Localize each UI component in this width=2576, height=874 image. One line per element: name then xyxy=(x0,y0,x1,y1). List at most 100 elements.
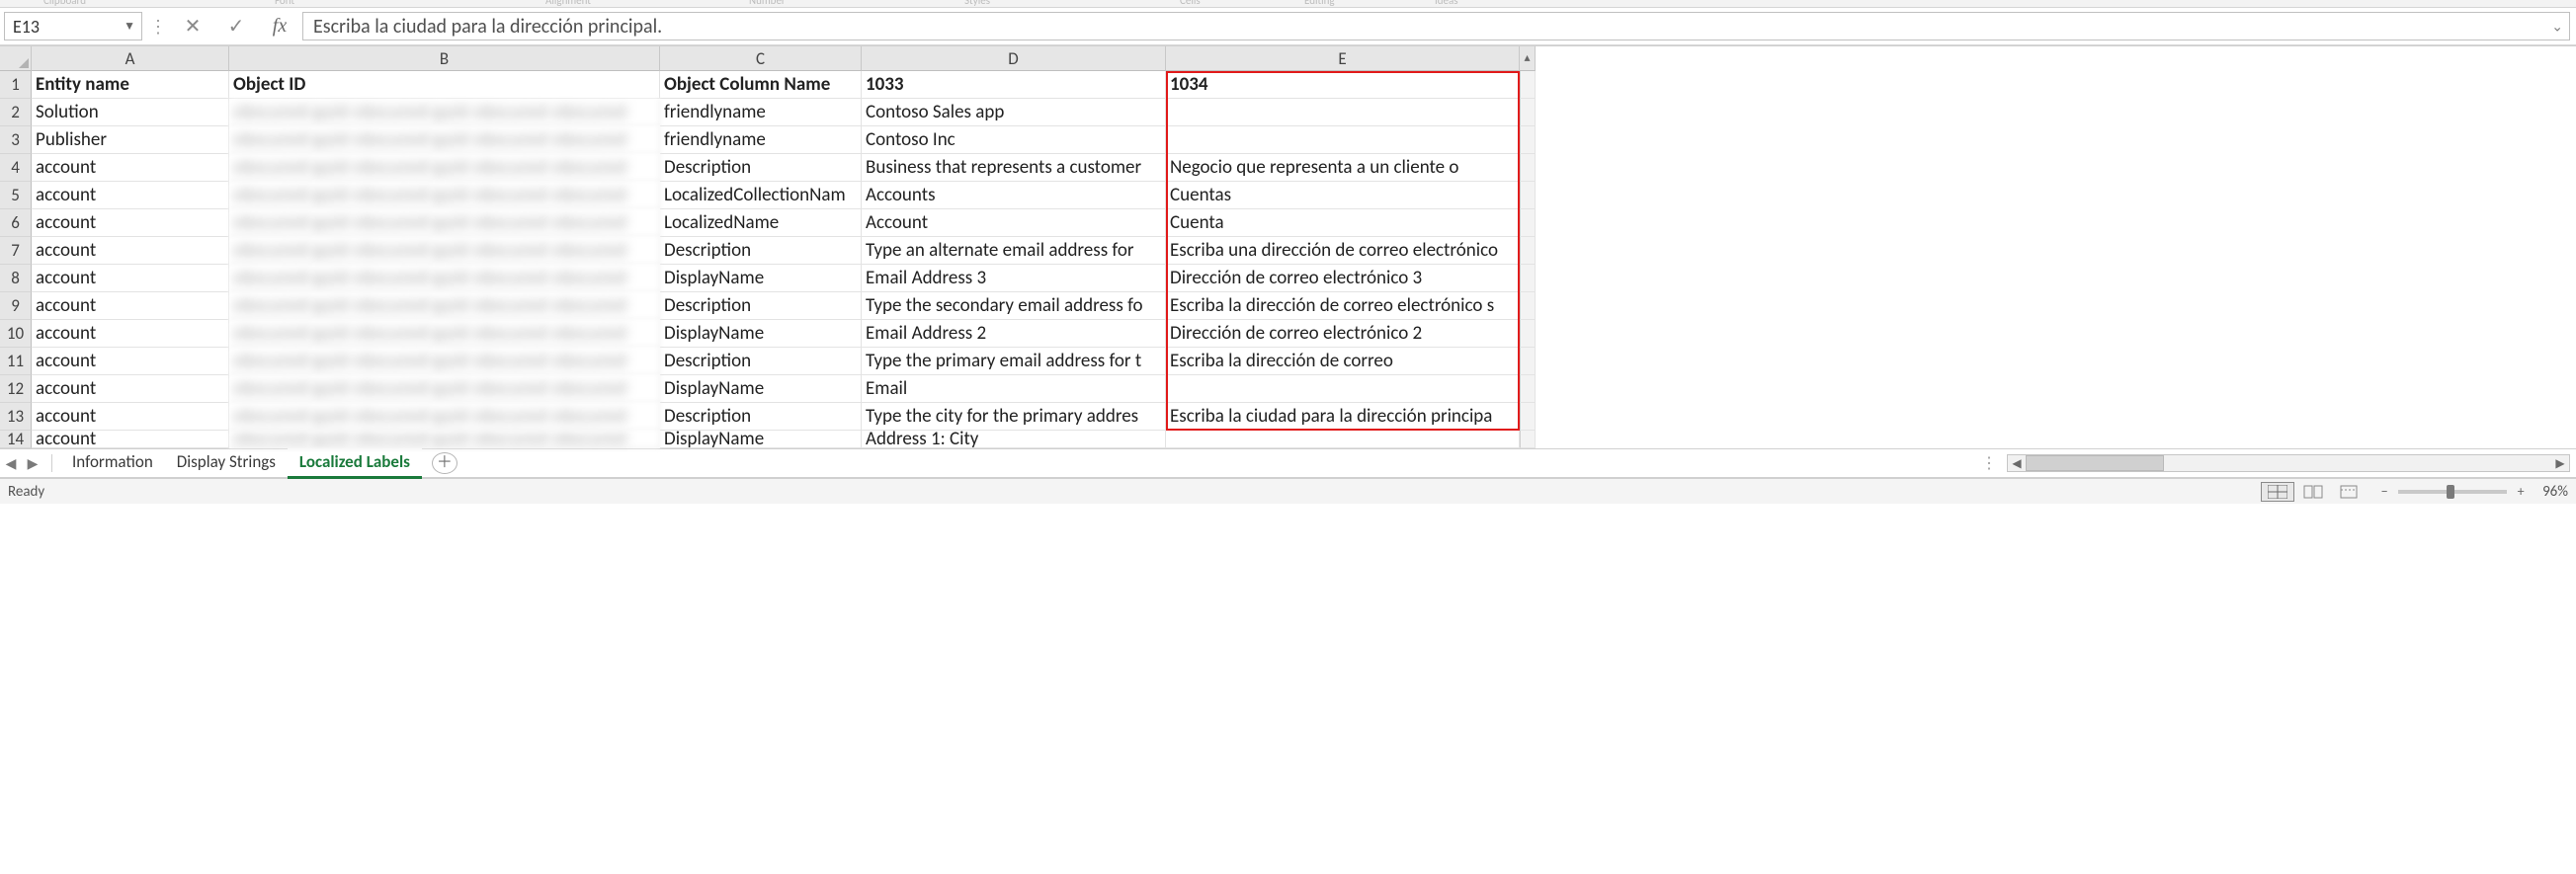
cell[interactable]: DisplayName xyxy=(660,265,862,292)
col-header-a[interactable]: A xyxy=(32,46,229,71)
view-normal-button[interactable] xyxy=(2261,482,2294,502)
cell[interactable]: DisplayName xyxy=(660,320,862,348)
cell[interactable]: obscured-guid obscured-guid obscured obs… xyxy=(229,154,660,182)
row-header[interactable]: 9 xyxy=(0,292,32,320)
zoom-slider-knob[interactable] xyxy=(2447,485,2454,499)
cell[interactable]: Entity name xyxy=(32,71,229,99)
cell[interactable]: Type an alternate email address for xyxy=(862,237,1166,265)
cell[interactable]: friendlyname xyxy=(660,126,862,154)
row-header[interactable]: 10 xyxy=(0,320,32,348)
vscroll-track[interactable] xyxy=(1520,431,1536,448)
chevron-down-icon[interactable]: ▼ xyxy=(124,19,135,34)
row-header[interactable]: 11 xyxy=(0,348,32,375)
cell[interactable]: Escriba la dirección de correo electróni… xyxy=(1166,292,1520,320)
cell[interactable]: obscured-guid obscured-guid obscured obs… xyxy=(229,348,660,375)
row-header[interactable]: 5 xyxy=(0,182,32,209)
hscroll-thumb[interactable] xyxy=(2026,455,2164,471)
row-header[interactable]: 13 xyxy=(0,403,32,431)
cell[interactable]: Description xyxy=(660,348,862,375)
zoom-out-button[interactable]: − xyxy=(2376,483,2392,500)
vscroll-track[interactable] xyxy=(1520,292,1536,320)
cell[interactable]: Accounts xyxy=(862,182,1166,209)
vscroll-track[interactable] xyxy=(1520,99,1536,126)
cell[interactable]: Type the secondary email address fo xyxy=(862,292,1166,320)
cell[interactable]: Negocio que representa a un cliente o xyxy=(1166,154,1520,182)
cell[interactable]: friendlyname xyxy=(660,99,862,126)
cell[interactable]: account xyxy=(32,403,229,431)
hscroll-grip-icon[interactable]: ⋮ xyxy=(1981,453,1997,473)
vscroll-track[interactable] xyxy=(1520,403,1536,431)
cell[interactable]: Escriba una dirección de correo electrón… xyxy=(1166,237,1520,265)
cell[interactable]: Cuentas xyxy=(1166,182,1520,209)
vscroll-track[interactable] xyxy=(1520,237,1536,265)
row-header[interactable]: 6 xyxy=(0,209,32,237)
cell[interactable]: obscured-guid obscured-guid obscured obs… xyxy=(229,126,660,154)
cell[interactable]: obscured-guid obscured-guid obscured obs… xyxy=(229,209,660,237)
cell[interactable]: account xyxy=(32,375,229,403)
cell[interactable]: account xyxy=(32,237,229,265)
cell[interactable]: Escriba la dirección de correo xyxy=(1166,348,1520,375)
view-page-layout-button[interactable] xyxy=(2296,482,2330,502)
cell[interactable]: account xyxy=(32,209,229,237)
cell[interactable]: account xyxy=(32,320,229,348)
cell[interactable]: Dirección de correo electrónico 2 xyxy=(1166,320,1520,348)
row-header[interactable]: 3 xyxy=(0,126,32,154)
enter-icon[interactable]: ✓ xyxy=(223,14,249,39)
cell[interactable]: Email xyxy=(862,375,1166,403)
cell[interactable]: Cuenta xyxy=(1166,209,1520,237)
cell[interactable]: obscured-guid obscured-guid obscured obs… xyxy=(229,320,660,348)
col-header-d[interactable]: D xyxy=(862,46,1166,71)
cell[interactable]: Description xyxy=(660,292,862,320)
row-header[interactable]: 14 xyxy=(0,431,32,448)
vscroll-track[interactable] xyxy=(1520,71,1536,99)
cell[interactable] xyxy=(1166,99,1520,126)
row-header[interactable]: 12 xyxy=(0,375,32,403)
cell[interactable]: Description xyxy=(660,237,862,265)
cell[interactable]: obscured-guid obscured-guid obscured obs… xyxy=(229,265,660,292)
cell[interactable]: obscured-guid obscured-guid obscured obs… xyxy=(229,431,660,448)
cell[interactable]: obscured-guid obscured-guid obscured obs… xyxy=(229,292,660,320)
vscroll-track[interactable] xyxy=(1520,320,1536,348)
col-header-b[interactable]: B xyxy=(229,46,660,71)
cell[interactable] xyxy=(1166,126,1520,154)
cell[interactable]: account xyxy=(32,348,229,375)
vscroll-track[interactable] xyxy=(1520,154,1536,182)
cell[interactable]: obscured-guid obscured-guid obscured obs… xyxy=(229,375,660,403)
view-page-break-button[interactable] xyxy=(2332,482,2366,502)
formula-bar[interactable]: Escriba la ciudad para la dirección prin… xyxy=(302,12,2570,40)
cell[interactable]: Business that represents a customer xyxy=(862,154,1166,182)
cell[interactable]: 1034 xyxy=(1166,71,1520,99)
name-box[interactable]: E13 ▼ xyxy=(4,12,142,40)
fx-icon[interactable]: fx xyxy=(267,15,292,38)
select-all-corner[interactable] xyxy=(0,46,32,71)
cell[interactable]: Object ID xyxy=(229,71,660,99)
cell[interactable]: obscured-guid obscured-guid obscured obs… xyxy=(229,237,660,265)
cell[interactable]: Email Address 2 xyxy=(862,320,1166,348)
cell[interactable]: account xyxy=(32,182,229,209)
cell[interactable]: account xyxy=(32,292,229,320)
cell[interactable]: LocalizedCollectionNam xyxy=(660,182,862,209)
vscroll-track[interactable] xyxy=(1520,375,1536,403)
row-header[interactable]: 8 xyxy=(0,265,32,292)
vscroll-track[interactable] xyxy=(1520,348,1536,375)
cell[interactable]: Description xyxy=(660,403,862,431)
cell[interactable]: 1033 xyxy=(862,71,1166,99)
cell[interactable] xyxy=(1166,431,1520,448)
cancel-icon[interactable]: ✕ xyxy=(180,14,206,39)
hscroll-track[interactable] xyxy=(2026,455,2551,471)
hscroll-bar[interactable]: ◀ ▶ xyxy=(2007,454,2570,472)
vscroll-track[interactable] xyxy=(1520,209,1536,237)
cell[interactable]: DisplayName xyxy=(660,431,862,448)
sheet-tab[interactable]: Information xyxy=(60,447,165,479)
row-header[interactable]: 4 xyxy=(0,154,32,182)
hscroll-right-icon[interactable]: ▶ xyxy=(2551,456,2569,471)
tabs-nav-prev[interactable]: ◀ xyxy=(0,455,22,472)
cell[interactable]: Type the city for the primary addres xyxy=(862,403,1166,431)
vscroll-track[interactable] xyxy=(1520,182,1536,209)
cell[interactable]: Description xyxy=(660,154,862,182)
worksheet-grid[interactable]: A B C D E ▴ 1 Entity name Object ID Obje… xyxy=(0,45,2576,448)
cell[interactable]: DisplayName xyxy=(660,375,862,403)
row-header[interactable]: 1 xyxy=(0,71,32,99)
cell[interactable]: account xyxy=(32,154,229,182)
col-header-c[interactable]: C xyxy=(660,46,862,71)
